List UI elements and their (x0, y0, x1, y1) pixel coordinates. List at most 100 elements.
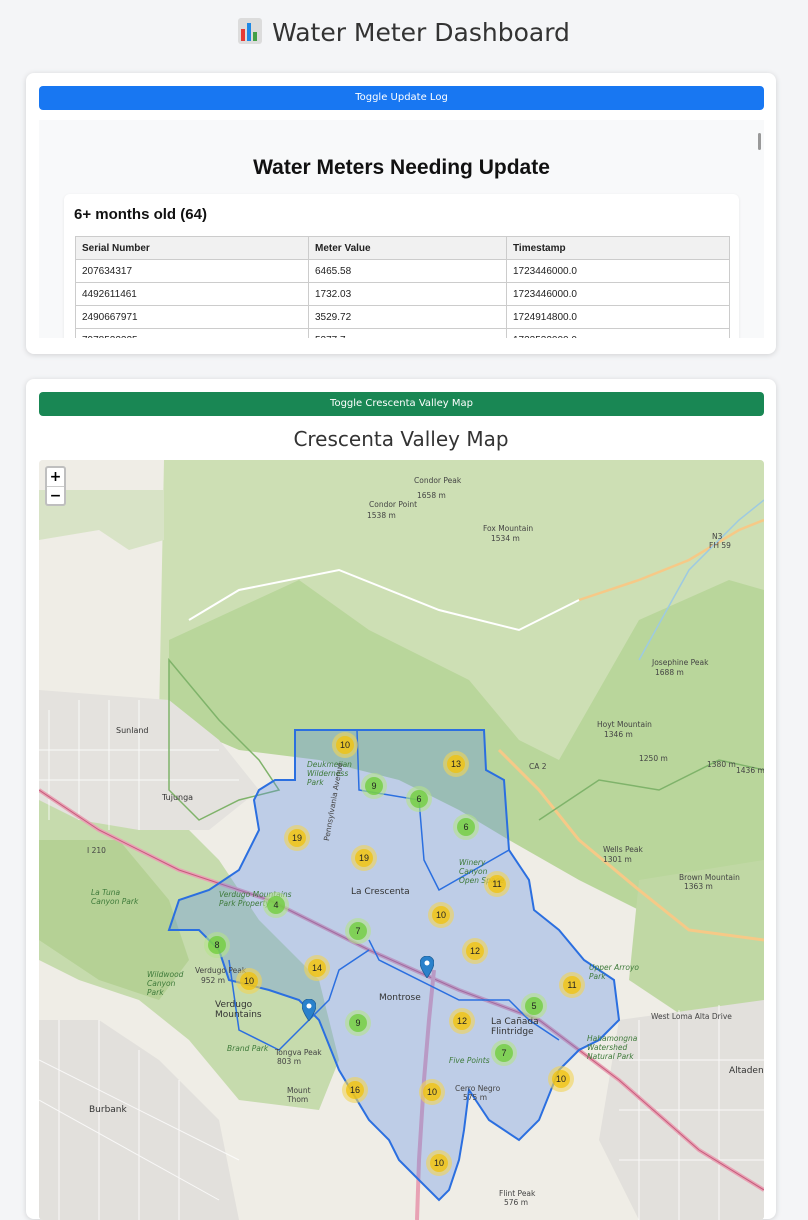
scrollbar[interactable] (758, 133, 761, 150)
age-group-card: 6+ months old (64) Serial Number Meter V… (64, 194, 739, 338)
cluster-count: 16 (346, 1081, 364, 1099)
cluster-count: 7 (495, 1044, 513, 1062)
map-label: Hahamongna Watershed Natural Park (587, 1034, 638, 1061)
map-label: 1363 m (684, 882, 713, 891)
map-label: Verdugo Mountains (215, 1000, 262, 1020)
toggle-map-button[interactable]: Toggle Crescenta Valley Map (39, 392, 764, 416)
cluster-count: 19 (355, 849, 373, 867)
cluster-count: 6 (457, 818, 475, 836)
cluster-count: 10 (336, 736, 354, 754)
map-label: Burbank (89, 1105, 127, 1115)
map-label: La Crescenta (351, 887, 410, 897)
map-label: 1688 m (655, 668, 684, 677)
crescenta-valley-map[interactable]: + − Condor Peak 1658 m Condor Point 1538… (39, 460, 764, 1220)
map-label: Tongva Peak (275, 1048, 322, 1057)
meter-cluster-marker[interactable]: 9 (345, 1010, 371, 1036)
meter-cluster-marker[interactable]: 19 (351, 845, 377, 871)
meter-cluster-marker[interactable]: 10 (236, 968, 262, 994)
meter-cluster-marker[interactable]: 14 (304, 955, 330, 981)
column-header-serial: Serial Number (75, 236, 309, 260)
meter-cluster-marker[interactable]: 6 (453, 814, 479, 840)
map-label: 1346 m (604, 730, 633, 739)
meter-value-cell: 1732.03 (308, 282, 507, 306)
meter-cluster-marker[interactable]: 7 (345, 918, 371, 944)
map-label: Condor Peak (414, 476, 462, 485)
meter-value-cell: 6465.58 (308, 259, 507, 283)
map-label: Condor Point (369, 500, 418, 509)
cluster-count: 12 (453, 1012, 471, 1030)
cluster-count: 19 (288, 829, 306, 847)
meter-cluster-marker[interactable]: 6 (406, 786, 432, 812)
page-title-text: Water Meter Dashboard (272, 18, 570, 47)
serial-cell: 4492611461 (75, 282, 309, 306)
meter-cluster-marker[interactable]: 19 (284, 825, 310, 851)
map-label: N3 (712, 532, 723, 541)
cluster-count: 14 (308, 959, 326, 977)
meter-cluster-marker[interactable]: 9 (361, 773, 387, 799)
cluster-count: 4 (267, 896, 285, 914)
table-row: 207634317 6465.58 1723446000.0 (75, 259, 730, 283)
map-label: Mount Thom (287, 1086, 311, 1104)
map-label: 1658 m (417, 491, 446, 500)
map-label: Sunland (116, 726, 149, 735)
serial-cell: 2490667971 (75, 305, 309, 329)
meter-cluster-marker[interactable]: 10 (419, 1079, 445, 1105)
map-label: Josephine Peak (652, 658, 709, 667)
map-label: Fox Mountain (483, 524, 534, 533)
meter-cluster-marker[interactable]: 11 (559, 972, 585, 998)
meter-cluster-marker[interactable]: 7 (491, 1040, 517, 1066)
meter-cluster-marker[interactable]: 10 (428, 902, 454, 928)
map-label: 1436 m (736, 766, 764, 775)
map-label: 1301 m (603, 855, 632, 864)
table-row: 4492611461 1732.03 1723446000.0 (75, 282, 730, 306)
table-row: 7978522225 5377.7 1723532000.0 (75, 328, 730, 338)
meter-cluster-marker[interactable]: 10 (332, 732, 358, 758)
meter-cluster-marker[interactable]: 4 (263, 892, 289, 918)
cluster-count: 11 (488, 875, 506, 893)
map-label: I 210 (87, 846, 106, 855)
column-header-timestamp: Timestamp (506, 236, 730, 260)
cluster-count: 7 (349, 922, 367, 940)
update-log-panel[interactable]: Water Meters Needing Update 6+ months ol… (39, 120, 764, 338)
cluster-count: 10 (552, 1070, 570, 1088)
table-row: 2490667971 3529.72 1724914800.0 (75, 305, 730, 329)
map-pin-icon[interactable] (302, 999, 316, 1021)
map-label: Hoyt Mountain (597, 720, 652, 729)
map-label: 1380 m (707, 760, 736, 769)
map-label: Wildwood Canyon Park (147, 970, 184, 997)
toggle-update-log-button[interactable]: Toggle Update Log (39, 86, 764, 110)
cluster-count: 12 (466, 942, 484, 960)
zoom-out-button[interactable]: − (47, 486, 64, 504)
meter-value-cell: 5377.7 (308, 328, 507, 338)
map-label: West Loma Alta Drive (651, 1012, 732, 1021)
map-pin-icon[interactable] (420, 956, 434, 978)
map-label: Five Points (449, 1056, 490, 1065)
meter-cluster-marker[interactable]: 10 (426, 1150, 452, 1176)
update-log-card: Toggle Update Log Water Meters Needing U… (26, 73, 776, 354)
map-label: 1250 m (639, 754, 668, 763)
cluster-count: 10 (240, 972, 258, 990)
meter-cluster-marker[interactable]: 5 (521, 993, 547, 1019)
column-header-meter-value: Meter Value (308, 236, 507, 260)
meter-cluster-marker[interactable]: 12 (462, 938, 488, 964)
meter-cluster-marker[interactable]: 12 (449, 1008, 475, 1034)
meter-cluster-marker[interactable]: 16 (342, 1077, 368, 1103)
map-label: 1534 m (491, 534, 520, 543)
meter-cluster-marker[interactable]: 8 (204, 932, 230, 958)
age-group-title: 6+ months old (64) (74, 206, 207, 223)
map-label: 952 m (201, 976, 226, 985)
map-label: Montrose (379, 993, 421, 1003)
map-label: CA 2 (529, 762, 547, 771)
meter-cluster-marker[interactable]: 13 (443, 751, 469, 777)
map-label: 575 m (463, 1093, 488, 1102)
map-label: La Cañada Flintridge (491, 1017, 539, 1037)
zoom-in-button[interactable]: + (47, 468, 64, 486)
page-title: Water Meter Dashboard (0, 18, 808, 47)
meters-table: Serial Number Meter Value Timestamp 2076… (75, 236, 730, 338)
meter-cluster-marker[interactable]: 10 (548, 1066, 574, 1092)
meter-cluster-marker[interactable]: 11 (484, 871, 510, 897)
map-label: 803 m (277, 1057, 302, 1066)
cluster-count: 10 (423, 1083, 441, 1101)
map-title: Crescenta Valley Map (293, 427, 509, 451)
cluster-count: 9 (349, 1014, 367, 1032)
